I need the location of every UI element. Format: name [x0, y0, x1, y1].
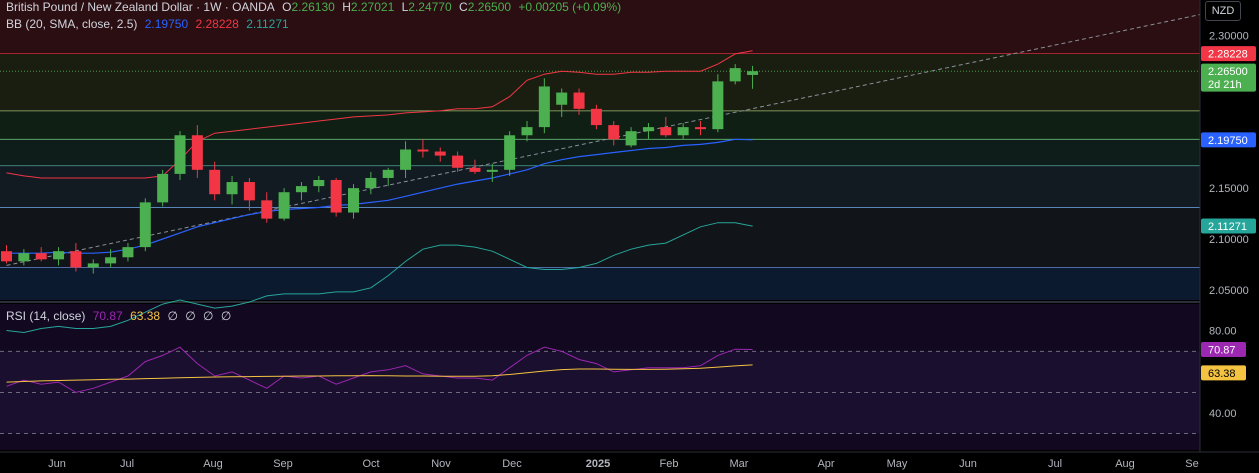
candle-body: [590, 108, 602, 126]
ohlc-change: +0.00205 (+0.09%): [518, 0, 622, 14]
candle-body: [35, 253, 47, 260]
price-tick-label: 2.05000: [1209, 285, 1249, 297]
rsi-label: RSI (14, close): [6, 309, 86, 323]
candle-body: [434, 151, 446, 156]
candle-body: [243, 182, 255, 201]
bb-basis-value: 2.19750: [144, 17, 189, 31]
candle-body: [677, 127, 689, 136]
time-tick-label: Oct: [362, 458, 379, 470]
rsi-tag-label: 70.87: [1208, 345, 1236, 357]
time-tick-label: Aug: [1115, 458, 1135, 470]
time-tick-label: May: [887, 458, 908, 470]
rsi-extra-3: ∅: [203, 309, 214, 323]
candle-body: [191, 135, 203, 170]
candle-body: [70, 251, 82, 268]
candle-body: [105, 257, 117, 264]
candle-body: [139, 202, 151, 248]
price-zone-band: [0, 53, 1200, 111]
price-zone-band: [0, 207, 1200, 268]
currency-button[interactable]: NZD: [1205, 1, 1241, 21]
rsi-value: 70.87: [92, 309, 123, 323]
time-tick-label: Aug: [203, 458, 223, 470]
rsi-extra-4: ∅: [220, 309, 232, 323]
rsi-tick-label: 40.00: [1209, 408, 1237, 420]
candle-body: [122, 247, 134, 258]
price-tick-label: 2.10000: [1209, 234, 1249, 246]
candle-body: [226, 182, 238, 195]
candle-body: [729, 68, 741, 82]
candle-body: [486, 169, 498, 172]
candle-body: [608, 125, 620, 140]
candle-body: [695, 127, 706, 130]
rsi-ma-value: 63.38: [130, 309, 161, 323]
candle-body: [660, 127, 672, 136]
bb-lower-value: 2.11271: [246, 17, 289, 31]
candle-body: [521, 127, 533, 136]
time-tick-label: Jul: [1048, 458, 1062, 470]
rsi-extra-2: ∅: [185, 309, 196, 323]
candle-body: [295, 186, 307, 193]
time-tick-label: Jul: [120, 458, 134, 470]
price-tick-label: 2.15000: [1209, 183, 1249, 195]
candle-body: [313, 180, 325, 187]
candle-body: [18, 253, 30, 262]
ohlc-open: O2.26130: [282, 0, 335, 14]
time-tick-label: Jun: [959, 458, 977, 470]
candle-body: [209, 169, 221, 195]
rsi-tick-label: 80.00: [1209, 326, 1237, 338]
candle-body: [417, 149, 429, 152]
time-tick-label: Apr: [817, 458, 834, 470]
symbol-title: British Pound / New Zealand Dollar · 1W …: [6, 0, 275, 14]
candle-body: [504, 135, 516, 170]
candle-body: [400, 149, 412, 170]
time-axis-bg: [0, 452, 1259, 473]
candle-body: [53, 251, 65, 260]
candle-body: [625, 131, 637, 146]
price-tag-label: 2.19750: [1208, 135, 1248, 147]
candle-body: [452, 155, 464, 168]
candle-body: [1, 251, 12, 262]
price-tag-label: 2.26500: [1208, 66, 1248, 78]
candle-body: [556, 92, 568, 105]
price-tick-label: 2.30000: [1209, 31, 1249, 43]
countdown-label: 2d 21h: [1208, 79, 1242, 91]
symbol-legend: British Pound / New Zealand Dollar · 1W …: [6, 0, 625, 14]
bb-label: BB (20, SMA, close, 2.5): [6, 17, 138, 31]
bb-upper-value: 2.28228: [195, 17, 239, 31]
time-tick-label: Se: [1185, 458, 1198, 470]
candle-body: [278, 192, 290, 219]
candle-body: [174, 135, 186, 174]
time-tick-label: Sep: [273, 458, 293, 470]
price-zone-band: [0, 267, 1200, 300]
time-tick-label: Mar: [730, 458, 749, 470]
candle-body: [87, 263, 99, 268]
rsi-extra-1: ∅: [167, 309, 178, 323]
ohlc-low: L2.24770: [401, 0, 452, 14]
rsi-legend[interactable]: RSI (14, close) 70.87 63.38 ∅ ∅ ∅ ∅: [6, 309, 235, 323]
price-tag-label: 2.28228: [1208, 49, 1248, 61]
candle-body: [573, 92, 585, 109]
candle-body: [538, 86, 550, 128]
candle-body: [382, 169, 394, 178]
time-tick-label: Feb: [660, 458, 679, 470]
candle-body: [157, 173, 169, 203]
time-tick-label: 2025: [586, 458, 610, 470]
time-tick-label: Jun: [48, 458, 66, 470]
time-tick-label: Nov: [431, 458, 451, 470]
chart-canvas[interactable]: 2.05000 2.10000 2.15000 2.30000 2.28228 2.265…: [0, 0, 1259, 473]
bollinger-legend[interactable]: BB (20, SMA, close, 2.5) 2.19750 2.28228…: [6, 17, 293, 31]
rsi-tag-label: 63.38: [1208, 368, 1236, 380]
time-tick-label: Dec: [502, 458, 522, 470]
candle-body: [747, 71, 759, 75]
price-tag-label: 2.11271: [1208, 221, 1247, 233]
candle-body: [642, 127, 654, 132]
candle-body: [261, 200, 273, 219]
ohlc-close: C2.26500: [459, 0, 512, 14]
candle-body: [330, 180, 342, 213]
candle-body: [712, 81, 724, 130]
ohlc-high: H2.27021: [342, 0, 395, 14]
candle-body: [469, 167, 481, 172]
candle-body: [348, 188, 359, 213]
candle-body: [365, 177, 377, 189]
